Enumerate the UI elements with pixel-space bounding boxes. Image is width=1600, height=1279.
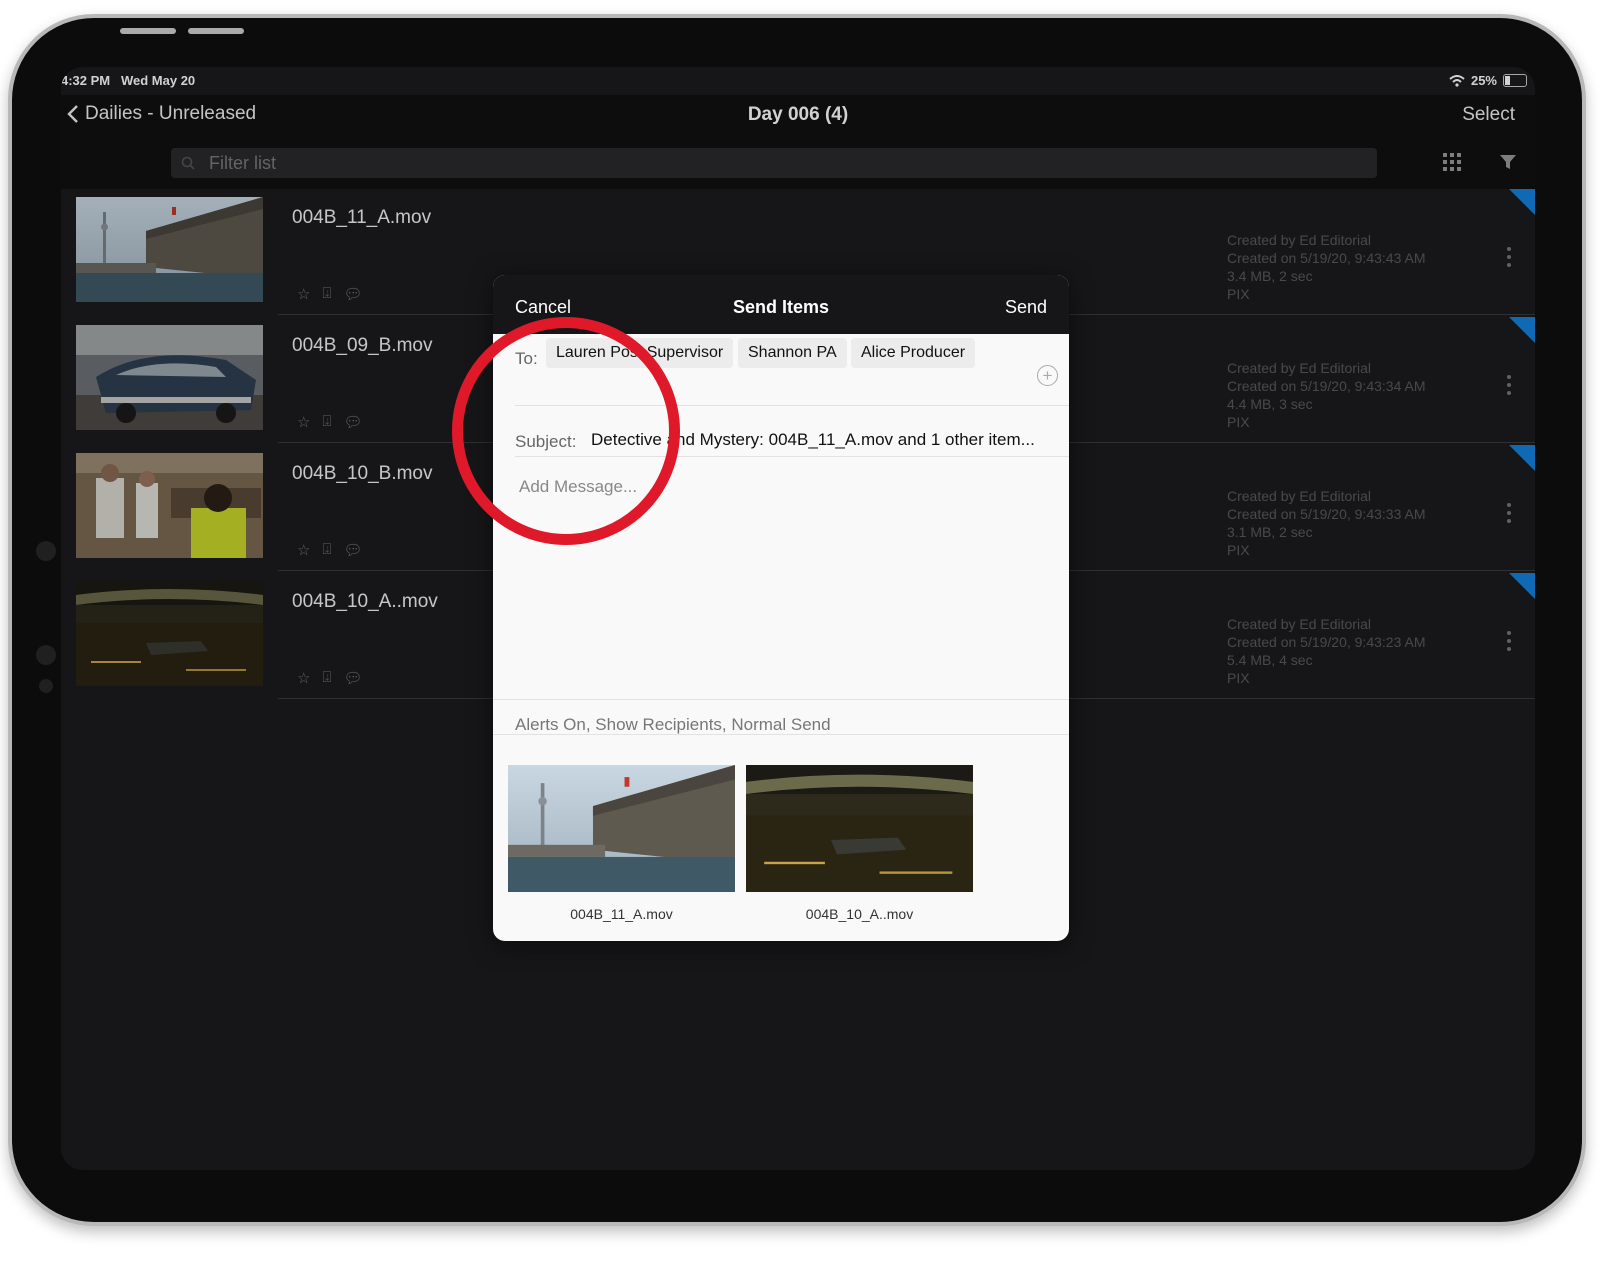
app-screen: 4:32 PM Wed May 20 25% Dailies - Unrelea… [61,67,1535,1170]
sensor-dot [39,679,53,693]
divider [493,699,1069,700]
camera-dot [36,541,56,561]
attachment-name: 004B_11_A.mov [570,906,673,922]
volume-button [120,28,176,34]
dialog-title: Send Items [732,297,830,317]
highlight-circle [452,317,680,545]
attachment-name: 004B_10_A..mov [805,906,914,922]
send-options[interactable]: Alerts On, Show Recipients, Normal Send [515,715,831,735]
attachment-thumbnail [508,765,735,892]
send-button[interactable]: Send [1005,297,1047,318]
volume-button [188,28,244,34]
attachment-thumbnail [746,765,973,892]
divider [493,734,1069,735]
add-recipient-icon[interactable]: + [1037,365,1058,386]
sensor-dot [36,645,56,665]
recipient-chip[interactable]: Alice Producer [851,338,976,368]
recipient-chip[interactable]: Shannon PA [738,338,847,368]
